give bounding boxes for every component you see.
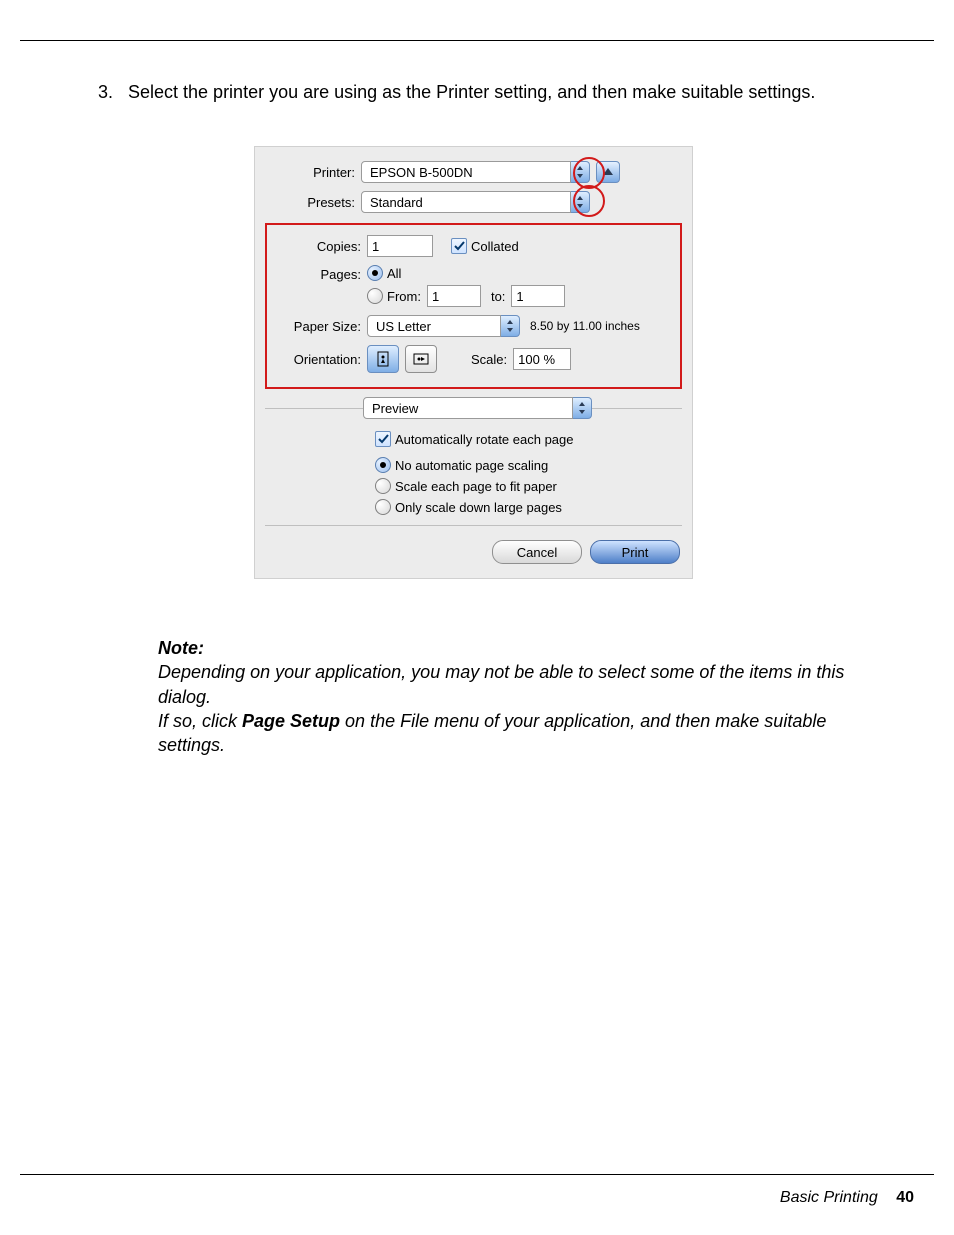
papersize-dimensions: 8.50 by 11.00 inches <box>530 319 640 333</box>
settings-highlight-box: Copies: Collated Pages: All <box>265 223 682 389</box>
copies-label: Copies: <box>273 239 367 254</box>
step-number: 3. <box>98 80 113 104</box>
pages-all-label: All <box>387 266 401 281</box>
print-button[interactable]: Print <box>590 540 680 564</box>
pages-label: Pages: <box>273 265 367 282</box>
pages-to-label: to: <box>491 289 505 304</box>
footer-section: Basic Printing <box>780 1189 878 1206</box>
cancel-button[interactable]: Cancel <box>492 540 582 564</box>
print-dialog: Printer: EPSON B-500DN Presets: Standard <box>254 146 693 579</box>
footer-rule <box>20 1174 934 1175</box>
collated-label: Collated <box>471 239 519 254</box>
cancel-label: Cancel <box>517 545 557 560</box>
pages-to-input[interactable] <box>511 285 565 307</box>
collated-checkbox[interactable] <box>451 238 467 254</box>
footer-page: 40 <box>896 1189 914 1206</box>
orientation-label: Orientation: <box>273 352 367 367</box>
papersize-label: Paper Size: <box>273 319 367 334</box>
note-heading: Note: <box>158 636 898 660</box>
disclosure-button[interactable] <box>596 161 620 183</box>
orientation-landscape-button[interactable] <box>405 345 437 373</box>
section-value: Preview <box>363 397 573 419</box>
papersize-value: US Letter <box>367 315 501 337</box>
step-text: 3. Select the printer you are using as t… <box>128 80 908 104</box>
note-page-setup: Page Setup <box>242 711 340 731</box>
updown-icon <box>501 315 520 337</box>
step-instruction: Select the printer you are using as the … <box>128 82 815 102</box>
pages-from-label: From: <box>387 289 421 304</box>
presets-select[interactable]: Standard <box>361 191 590 213</box>
presets-value: Standard <box>361 191 571 213</box>
preview-options: Automatically rotate each page No automa… <box>375 431 682 515</box>
printer-select[interactable]: EPSON B-500DN <box>361 161 590 183</box>
footer: Basic Printing 40 <box>780 1189 914 1207</box>
page: 3. Select the printer you are using as t… <box>0 0 954 1235</box>
pages-from-input[interactable] <box>427 285 481 307</box>
note-line2a: If so, click <box>158 711 242 731</box>
top-rule <box>20 40 934 41</box>
scaling-none-radio[interactable] <box>375 457 391 473</box>
auto-rotate-label: Automatically rotate each page <box>395 432 574 447</box>
scaling-none-label: No automatic page scaling <box>395 458 548 473</box>
note-block: Note: Depending on your application, you… <box>158 636 898 757</box>
copies-input[interactable] <box>367 235 433 257</box>
printer-label: Printer: <box>255 165 361 180</box>
section-select[interactable]: Preview <box>363 397 592 419</box>
pages-range-radio[interactable] <box>367 288 383 304</box>
printer-value: EPSON B-500DN <box>361 161 571 183</box>
orientation-portrait-button[interactable] <box>367 345 399 373</box>
scale-label: Scale: <box>471 352 507 367</box>
scaling-fit-label: Scale each page to fit paper <box>395 479 557 494</box>
papersize-select[interactable]: US Letter <box>367 315 520 337</box>
scaling-down-label: Only scale down large pages <box>395 500 562 515</box>
updown-icon <box>571 191 590 213</box>
updown-icon <box>573 397 592 419</box>
note-line1: Depending on your application, you may n… <box>158 662 844 706</box>
updown-icon <box>571 161 590 183</box>
scaling-down-radio[interactable] <box>375 499 391 515</box>
scaling-fit-radio[interactable] <box>375 478 391 494</box>
print-label: Print <box>622 545 649 560</box>
presets-label: Presets: <box>255 195 361 210</box>
pages-all-radio[interactable] <box>367 265 383 281</box>
auto-rotate-checkbox[interactable] <box>375 431 391 447</box>
scale-input[interactable] <box>513 348 571 370</box>
